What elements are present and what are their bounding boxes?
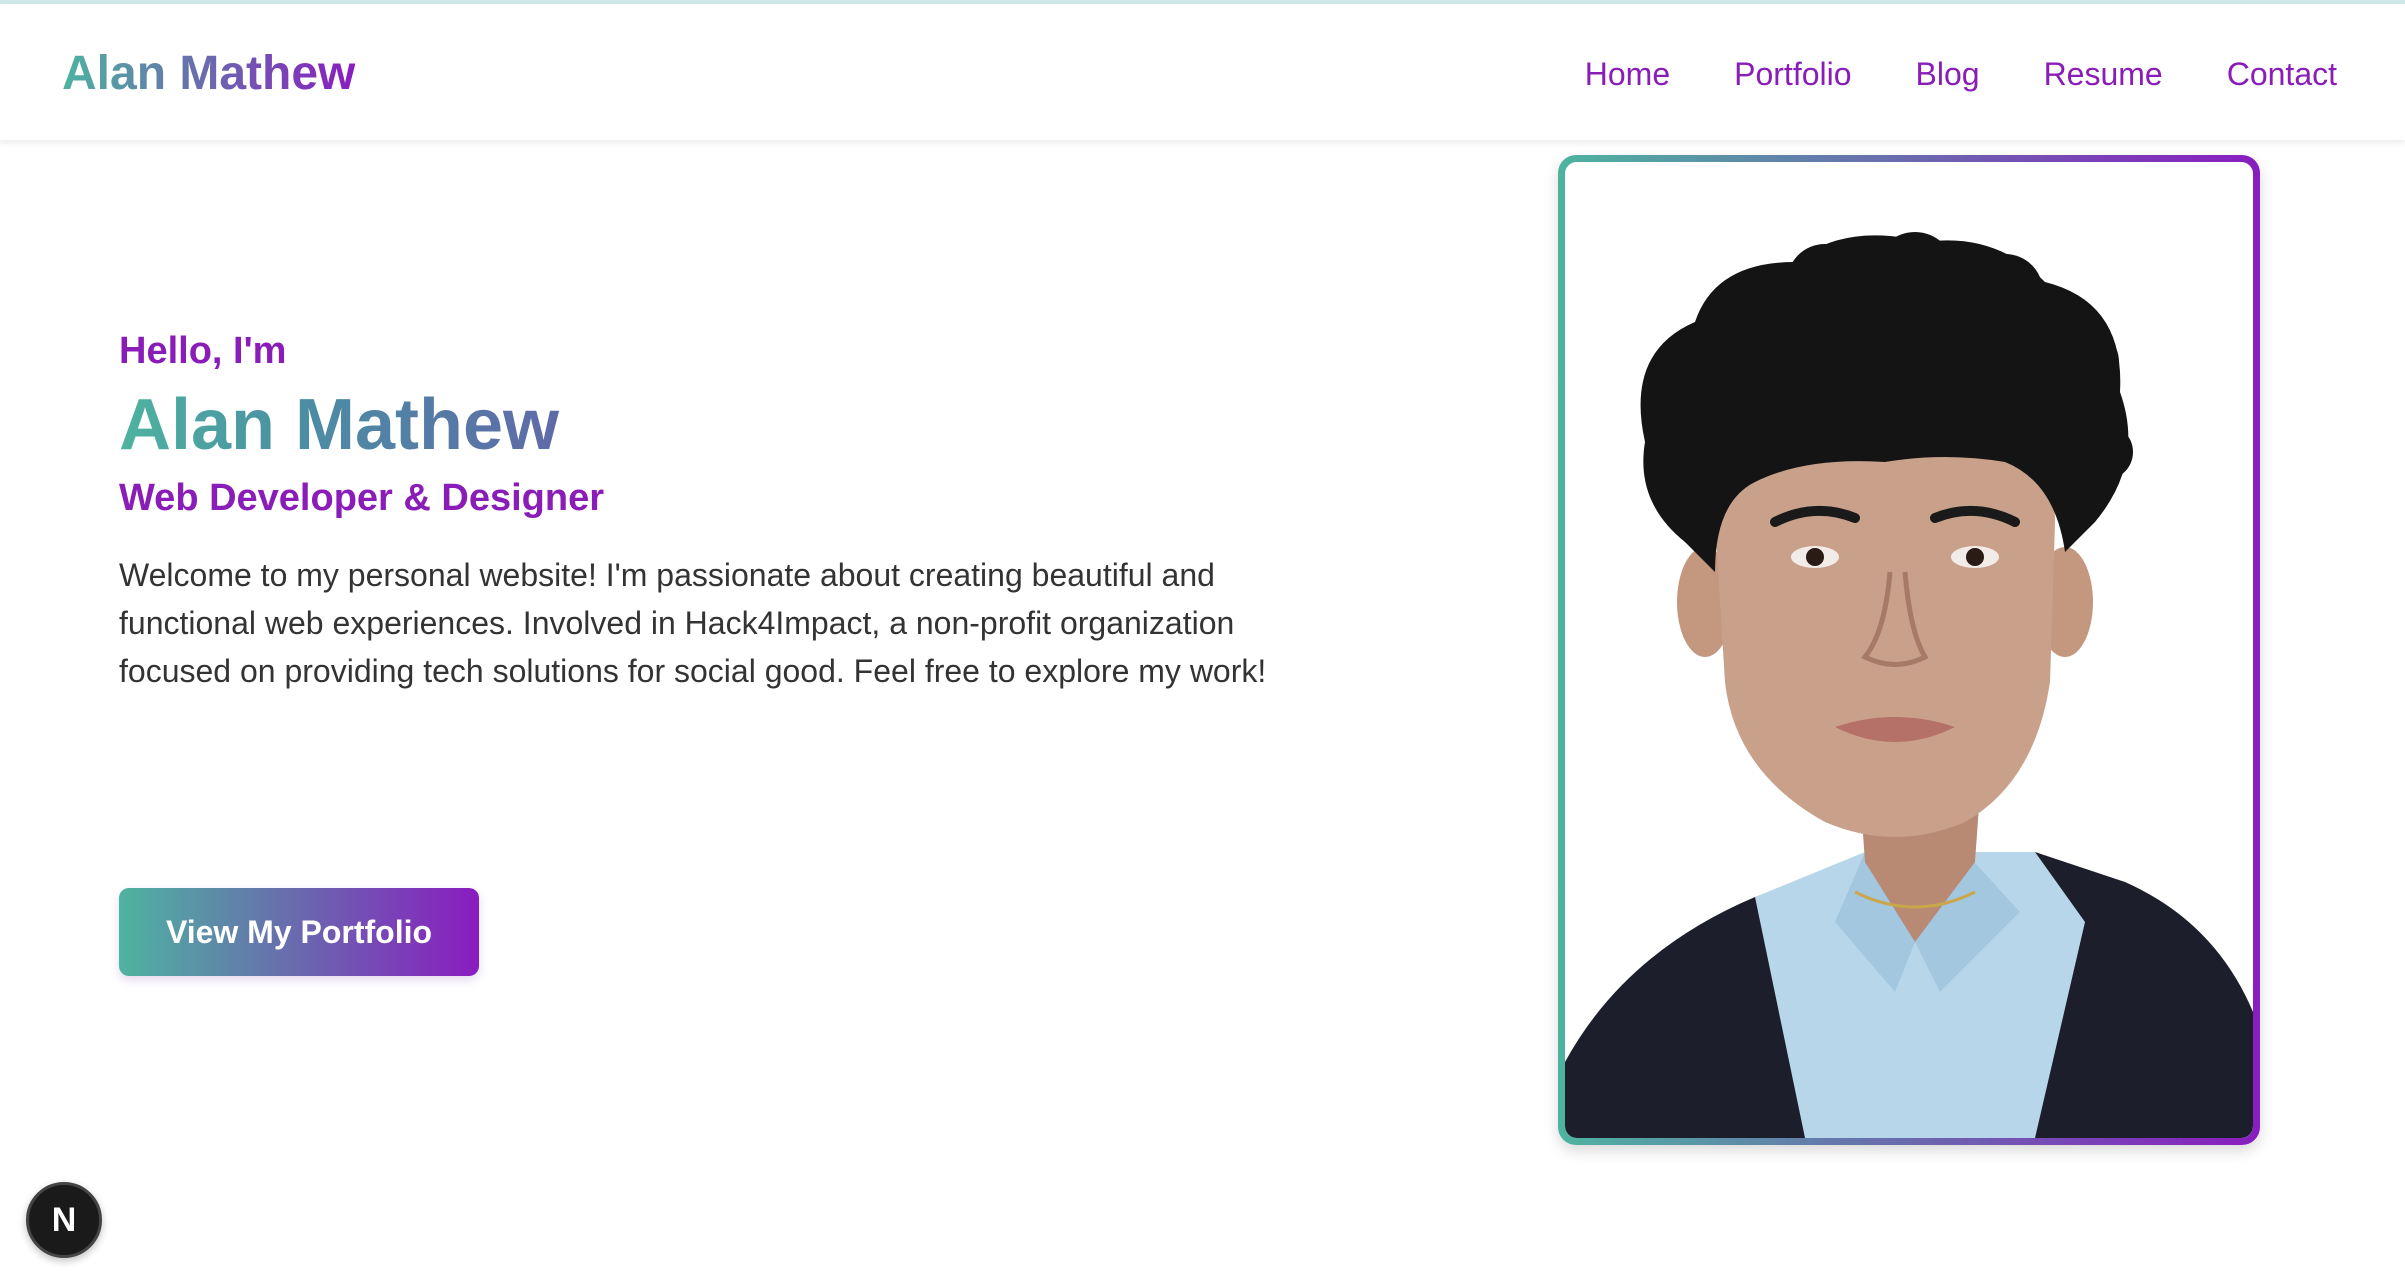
nav-link-blog[interactable]: Blog bbox=[1916, 54, 1980, 94]
nav-link-home[interactable]: Home bbox=[1585, 54, 1670, 94]
hero-role: Web Developer & Designer bbox=[119, 477, 605, 519]
profile-photo-frame bbox=[1558, 155, 2260, 1145]
hero-intro: Welcome to my personal website! I'm pass… bbox=[119, 557, 1267, 689]
hero-section: Hello, I'm Alan Mathew Web Developer & D… bbox=[119, 325, 1319, 695]
hero-greeting: Hello, I'm bbox=[119, 330, 287, 372]
nav-link-resume[interactable]: Resume bbox=[2044, 54, 2163, 94]
profile-photo bbox=[1565, 162, 2253, 1138]
nav-link-portfolio[interactable]: Portfolio bbox=[1734, 54, 1851, 94]
nextjs-icon[interactable]: N bbox=[26, 1182, 102, 1258]
hero-name: Alan Mathew bbox=[119, 377, 559, 473]
nav-menu: Home Portfolio Blog Resume Contact bbox=[1585, 54, 2337, 94]
portrait-illustration bbox=[1565, 162, 2253, 1138]
view-portfolio-button[interactable]: View My Portfolio bbox=[119, 888, 479, 976]
navbar: Alan Mathew Home Portfolio Blog Resume C… bbox=[0, 4, 2405, 140]
nav-link-contact[interactable]: Contact bbox=[2227, 54, 2337, 94]
site-logo[interactable]: Alan Mathew bbox=[62, 44, 355, 104]
page: Alan Mathew Home Portfolio Blog Resume C… bbox=[0, 0, 2405, 1284]
